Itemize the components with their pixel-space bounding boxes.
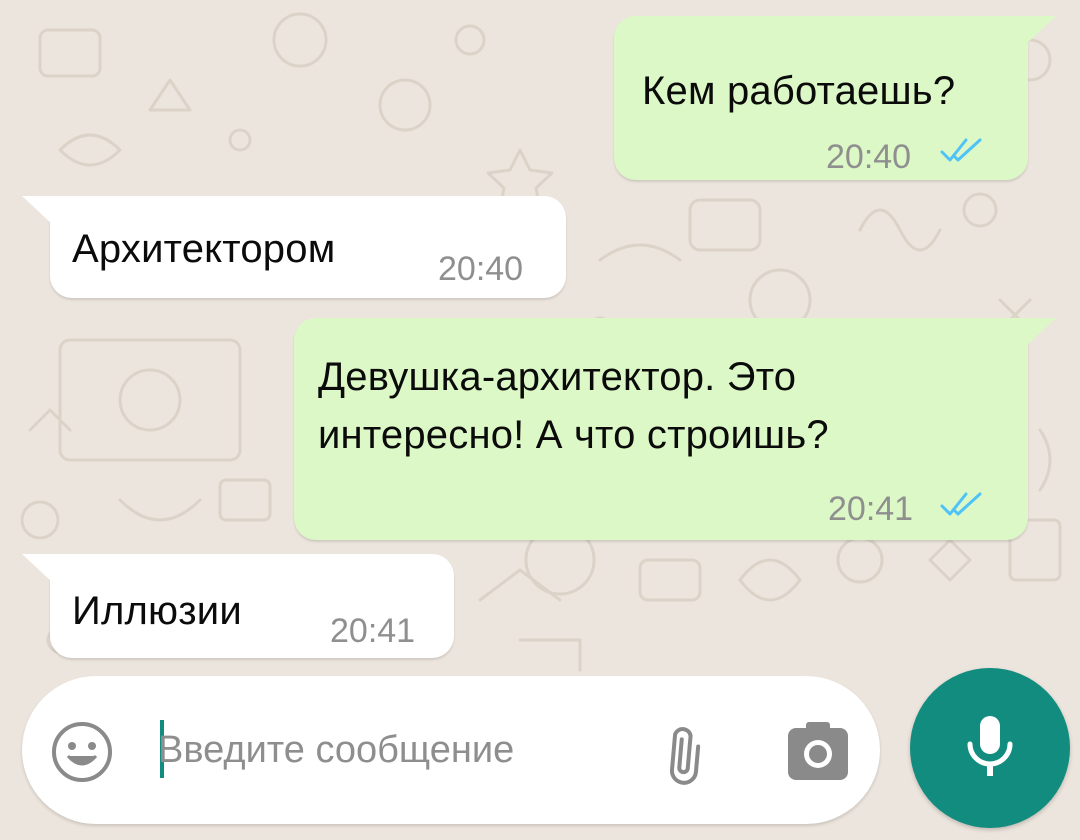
- message-text: Девушка-архитектор. Это: [318, 355, 797, 399]
- bubble-tail: [22, 554, 52, 582]
- paperclip-icon[interactable]: [650, 716, 720, 786]
- message-text: Иллюзии: [72, 589, 242, 633]
- microphone-icon: [967, 716, 1013, 776]
- message-text: Кем работаешь?: [642, 69, 956, 113]
- bubble-tail: [22, 196, 52, 224]
- message-bubble-outgoing[interactable]: Кем работаешь? 20:40: [614, 16, 1028, 180]
- voice-record-button[interactable]: [910, 668, 1070, 828]
- emoji-smile-icon[interactable]: [50, 720, 114, 784]
- message-bubble-incoming[interactable]: Иллюзии 20:41: [50, 554, 454, 658]
- camera-icon[interactable]: [786, 720, 850, 784]
- message-text: Архитектором: [72, 227, 336, 271]
- message-time: 20:41: [330, 612, 416, 650]
- double-check-icon: [940, 138, 982, 162]
- double-check-icon: [940, 492, 982, 516]
- message-time: 20:40: [438, 250, 524, 288]
- bubble-tail: [1026, 318, 1056, 346]
- message-time: 20:41: [828, 490, 914, 528]
- message-input[interactable]: [158, 716, 618, 784]
- message-bubble-incoming[interactable]: Архитектором 20:40: [50, 196, 566, 298]
- bubble-tail: [1026, 16, 1056, 44]
- message-composer: [22, 676, 880, 824]
- message-text: интересно! А что строишь?: [318, 413, 829, 457]
- message-time: 20:40: [826, 138, 912, 176]
- message-bubble-outgoing[interactable]: Девушка-архитектор. Это интересно! А что…: [294, 318, 1028, 540]
